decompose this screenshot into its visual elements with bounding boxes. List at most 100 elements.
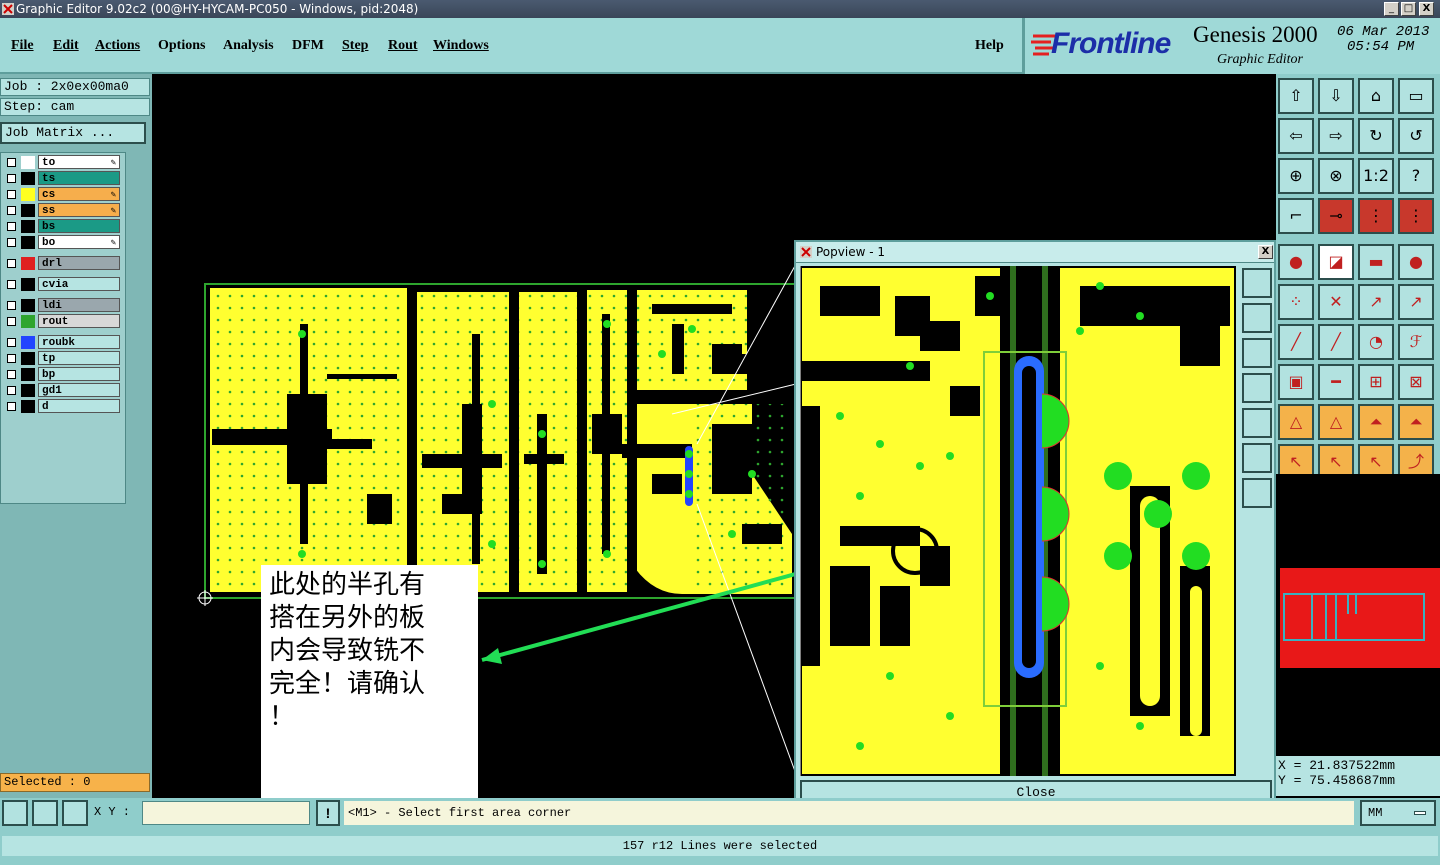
menu-analysis[interactable]: Analysis	[223, 38, 274, 54]
tool-button-28-icon[interactable]: ℱ	[1398, 324, 1434, 360]
layer-row-ss[interactable]: ss ✎	[3, 203, 121, 218]
layer-checkbox[interactable]	[7, 317, 16, 326]
close-window-button[interactable]: X	[1419, 2, 1434, 16]
menu-windows[interactable]: Windows	[433, 38, 489, 54]
tool-button-22-icon[interactable]: ✕	[1318, 284, 1354, 320]
layer-color-swatch[interactable]	[21, 384, 35, 397]
layer-name[interactable]: ldi	[38, 298, 120, 312]
tool-button-13-icon[interactable]: ⌐	[1278, 198, 1314, 234]
layer-name[interactable]: cvia	[38, 277, 120, 291]
layer-row-cvia[interactable]: cvia	[3, 277, 121, 292]
layer-checkbox[interactable]	[7, 190, 16, 199]
layer-name[interactable]: cs ✎	[38, 187, 120, 201]
tool-button-18-icon[interactable]: ◪	[1318, 244, 1354, 280]
layer-row-cs[interactable]: cs ✎	[3, 187, 121, 202]
layer-checkbox[interactable]	[7, 238, 16, 247]
layer-color-swatch[interactable]	[21, 315, 35, 328]
tool-button-24-icon[interactable]: ↗	[1398, 284, 1434, 320]
popview-zoom-canvas[interactable]	[800, 266, 1236, 776]
layer-color-swatch[interactable]	[21, 299, 35, 312]
popview-window[interactable]: Popview - 1 X Close	[794, 240, 1276, 810]
tool-button-1-icon[interactable]: ⇧	[1278, 78, 1314, 114]
layer-name[interactable]: ss ✎	[38, 203, 120, 217]
tool-button-34-icon[interactable]: △	[1318, 404, 1354, 440]
popview-tool-4-icon[interactable]	[1242, 373, 1272, 403]
layer-color-swatch[interactable]	[21, 278, 35, 291]
layer-checkbox[interactable]	[7, 354, 16, 363]
units-select[interactable]: MM	[1360, 800, 1436, 826]
tool-button-10-icon[interactable]: ⊗	[1318, 158, 1354, 194]
menu-options[interactable]: Options	[158, 38, 205, 54]
tool-button-16-icon[interactable]: ⋮	[1398, 198, 1434, 234]
layer-row-gd1[interactable]: gd1	[3, 383, 121, 398]
tool-button-20-icon[interactable]: ●	[1398, 244, 1434, 280]
xy-input[interactable]	[142, 801, 310, 825]
layer-checkbox[interactable]	[7, 174, 16, 183]
menu-edit[interactable]: Edit	[53, 38, 79, 54]
layer-color-swatch[interactable]	[21, 352, 35, 365]
measure-tool-icon[interactable]	[32, 800, 58, 826]
maximize-button[interactable]: □	[1401, 2, 1416, 16]
minimize-button[interactable]: _	[1384, 2, 1399, 16]
tool-button-2-icon[interactable]: ⇩	[1318, 78, 1354, 114]
tool-button-17-icon[interactable]: ●	[1278, 244, 1314, 280]
popview-tool-1-icon[interactable]	[1242, 268, 1272, 298]
menu-rout[interactable]: Rout	[388, 38, 418, 54]
layer-name[interactable]: bs	[38, 219, 120, 233]
tool-button-7-icon[interactable]: ↻	[1358, 118, 1394, 154]
tool-button-19-icon[interactable]: ▬	[1358, 244, 1394, 280]
tool-button-11-icon[interactable]: 1:2	[1358, 158, 1394, 194]
layer-color-swatch[interactable]	[21, 336, 35, 349]
tool-button-29-icon[interactable]: ▣	[1278, 364, 1314, 400]
layer-checkbox[interactable]	[7, 370, 16, 379]
layer-row-drl[interactable]: drl	[3, 256, 121, 271]
layer-checkbox[interactable]	[7, 402, 16, 411]
tool-button-3-icon[interactable]: ⌂	[1358, 78, 1394, 114]
layer-name[interactable]: ts	[38, 171, 120, 185]
tool-button-33-icon[interactable]: △	[1278, 404, 1314, 440]
menu-dfm[interactable]: DFM	[292, 38, 324, 54]
tool-button-4-icon[interactable]: ▭	[1398, 78, 1434, 114]
layer-name[interactable]: to ✎	[38, 155, 120, 169]
layer-checkbox[interactable]	[7, 222, 16, 231]
tool-button-32-icon[interactable]: ⊠	[1398, 364, 1434, 400]
layer-name[interactable]: tp	[38, 351, 120, 365]
layer-checkbox[interactable]	[7, 338, 16, 347]
tool-button-25-icon[interactable]: ╱	[1278, 324, 1314, 360]
layer-checkbox[interactable]	[7, 301, 16, 310]
minimap[interactable]	[1276, 474, 1440, 754]
tool-button-6-icon[interactable]: ⇨	[1318, 118, 1354, 154]
layer-row-to[interactable]: to ✎	[3, 155, 121, 170]
layer-name[interactable]: bp	[38, 367, 120, 381]
layer-color-swatch[interactable]	[21, 257, 35, 270]
layer-color-swatch[interactable]	[21, 236, 35, 249]
layer-color-swatch[interactable]	[21, 220, 35, 233]
popview-tool-3-icon[interactable]	[1242, 338, 1272, 368]
layer-color-swatch[interactable]	[21, 400, 35, 413]
layer-color-swatch[interactable]	[21, 368, 35, 381]
job-matrix-button[interactable]: Job Matrix ...	[0, 122, 146, 144]
layer-row-bp[interactable]: bp	[3, 367, 121, 382]
tool-button-12-icon[interactable]: ?	[1398, 158, 1434, 194]
menu-file[interactable]: File	[11, 38, 34, 54]
grid-tool-icon[interactable]	[62, 800, 88, 826]
layer-row-bo[interactable]: bo ✎	[3, 235, 121, 250]
layer-row-roubk[interactable]: roubk	[3, 335, 121, 350]
layer-row-rout[interactable]: rout	[3, 314, 121, 329]
menu-actions[interactable]: Actions	[95, 38, 140, 54]
layer-name[interactable]: bo ✎	[38, 235, 120, 249]
layer-color-swatch[interactable]	[21, 204, 35, 217]
tool-button-9-icon[interactable]: ⊕	[1278, 158, 1314, 194]
layer-name[interactable]: roubk	[38, 335, 120, 349]
tool-button-23-icon[interactable]: ↗	[1358, 284, 1394, 320]
layer-name[interactable]: drl	[38, 256, 120, 270]
layer-name[interactable]: d	[38, 399, 120, 413]
layer-name[interactable]: gd1	[38, 383, 120, 397]
layer-checkbox[interactable]	[7, 206, 16, 215]
tool-button-31-icon[interactable]: ⊞	[1358, 364, 1394, 400]
layer-row-ts[interactable]: ts	[3, 171, 121, 186]
layer-row-tp[interactable]: tp	[3, 351, 121, 366]
tool-button-14-icon[interactable]: ⊸	[1318, 198, 1354, 234]
tool-button-8-icon[interactable]: ↺	[1398, 118, 1434, 154]
menu-step[interactable]: Step	[342, 38, 368, 54]
